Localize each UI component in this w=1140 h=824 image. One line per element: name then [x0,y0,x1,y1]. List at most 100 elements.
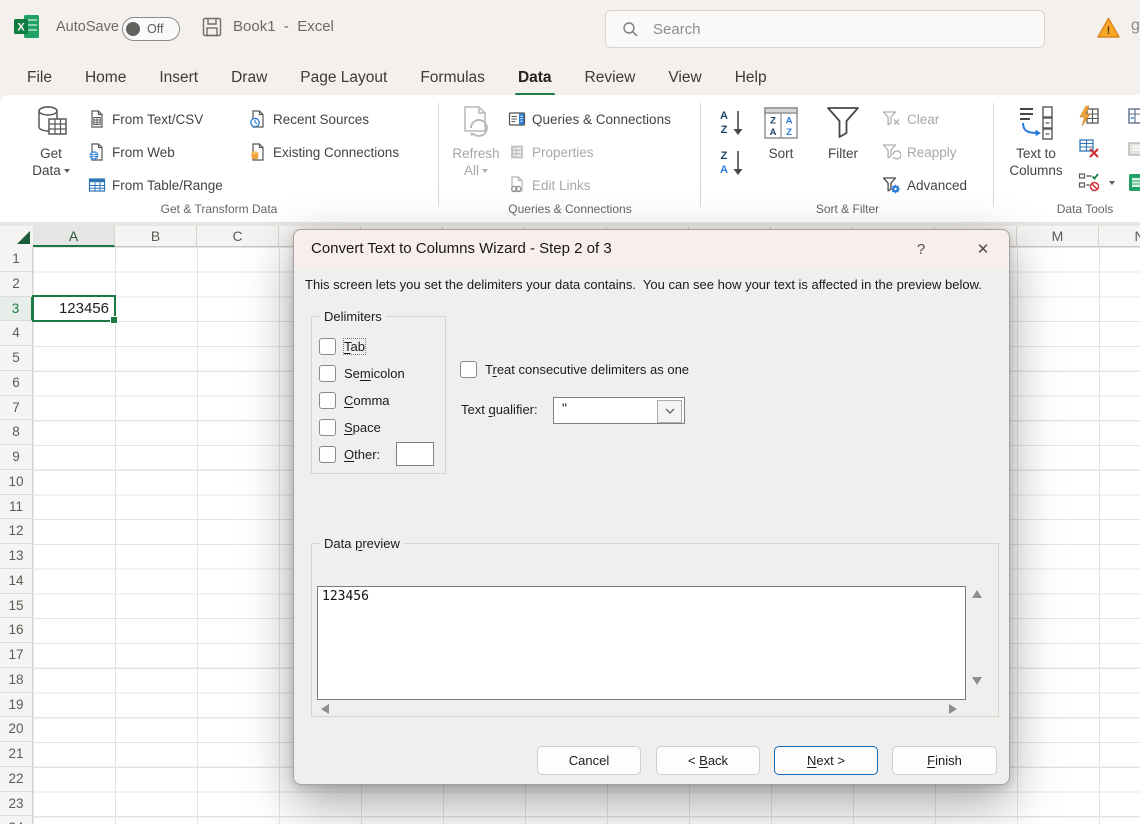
flash-fill-button[interactable] [1078,105,1100,132]
row-header-19[interactable]: 19 [0,693,33,718]
toggle-knob [126,22,140,36]
queries-connections-button[interactable]: Queries & Connections [508,108,671,130]
row-header-5[interactable]: 5 [0,346,33,371]
row-header-18[interactable]: 18 [0,668,33,693]
from-web-button[interactable]: From Web [88,141,175,163]
from-text-csv-button[interactable]: From Text/CSV [88,108,203,130]
row-header-7[interactable]: 7 [0,396,33,421]
tab-view[interactable]: View [668,69,701,87]
fill-handle[interactable] [110,316,118,324]
row-header-11[interactable]: 11 [0,495,33,520]
row-header-24[interactable]: 24 [0,816,33,824]
scroll-up-arrow[interactable] [972,590,982,598]
other-checkbox[interactable] [319,446,336,463]
warning-icon[interactable]: ! [1096,16,1121,40]
dropdown-chevron-button[interactable] [657,400,682,423]
sort-descending-button[interactable]: Z A [716,147,748,177]
row-header-2[interactable]: 2 [0,272,33,297]
cancel-button[interactable]: Cancel [537,746,641,775]
row-header-10[interactable]: 10 [0,470,33,495]
other-delimiter-input[interactable] [396,442,434,466]
tab-checkbox[interactable] [319,338,336,355]
tab-home[interactable]: Home [85,69,126,87]
row-header-15[interactable]: 15 [0,594,33,619]
sort-button[interactable]: Z A A Z Sort [754,101,808,162]
semicolon-checkbox[interactable] [319,365,336,382]
row-header-17[interactable]: 17 [0,643,33,668]
help-button[interactable]: ? [908,237,934,261]
row-header-12[interactable]: 12 [0,519,33,544]
row-header-8[interactable]: 8 [0,420,33,445]
row-header-23[interactable]: 23 [0,792,33,817]
semicolon-checkbox-label[interactable]: Semicolon [344,366,405,381]
row-header-3[interactable]: 3 [0,297,33,322]
autosave-toggle[interactable]: Off [122,17,180,41]
recent-sources-button[interactable]: Recent Sources [249,108,369,130]
sort-ascending-button[interactable]: A Z [716,107,748,137]
edit-links-button[interactable]: Edit Links [508,174,591,196]
row-header-6[interactable]: 6 [0,371,33,396]
comma-checkbox[interactable] [319,392,336,409]
tab-formulas[interactable]: Formulas [420,69,485,87]
select-all-corner[interactable] [0,226,34,248]
existing-connections-button[interactable]: Existing Connections [249,141,399,163]
row-header-1[interactable]: 1 [0,247,33,272]
column-header-N[interactable]: N [1099,226,1140,247]
advanced-filter-button[interactable]: Advanced [882,174,967,196]
column-header-B[interactable]: B [115,226,197,247]
tab-review[interactable]: Review [585,69,636,87]
other-checkbox-label[interactable]: Other: [344,447,380,462]
row-header-14[interactable]: 14 [0,569,33,594]
row-header-16[interactable]: 16 [0,618,33,643]
row-header-20[interactable]: 20 [0,717,33,742]
row-header-21[interactable]: 21 [0,742,33,767]
tab-data[interactable]: Data [518,69,552,87]
row-header-9[interactable]: 9 [0,445,33,470]
selected-cell-A3[interactable]: 123456 [32,295,116,322]
tab-file[interactable]: File [27,69,52,87]
space-checkbox-label[interactable]: Space [344,420,381,435]
chevron-down-icon[interactable] [1109,181,1115,185]
close-icon[interactable]: ✕ [970,237,996,261]
reapply-button[interactable]: Reapply [882,141,957,163]
column-header-M[interactable]: M [1017,226,1099,247]
properties-button[interactable]: Properties [508,141,594,163]
tab-checkbox-label[interactable]: Tab [344,339,365,354]
clear-filter-button[interactable]: Clear [882,108,939,130]
data-validation-button[interactable] [1078,171,1100,198]
tab-help[interactable]: Help [735,69,767,87]
refresh-all-button[interactable]: Refresh All [446,101,506,179]
next-button[interactable]: Next > [774,746,878,775]
tab-insert[interactable]: Insert [159,69,198,87]
row-header-13[interactable]: 13 [0,544,33,569]
text-qualifier-dropdown[interactable]: " [553,397,685,424]
filter-button[interactable]: Filter [814,101,872,162]
search-box[interactable] [605,10,1045,48]
get-data-button[interactable]: Get Data [20,101,82,179]
remove-duplicates-button[interactable] [1078,138,1100,165]
scroll-left-arrow[interactable] [321,704,329,714]
row-header-4[interactable]: 4 [0,321,33,346]
data-preview-box[interactable]: 123456 [317,586,966,700]
finish-button[interactable]: Finish [892,746,997,775]
treat-consecutive-checkbox[interactable] [460,361,477,378]
save-icon[interactable] [202,17,222,37]
scroll-right-arrow[interactable] [949,704,957,714]
column-header-A[interactable]: A [33,226,115,247]
back-button[interactable]: < Back [656,746,760,775]
tab-page-layout[interactable]: Page Layout [300,69,387,87]
treat-consecutive-label[interactable]: Treat consecutive delimiters as one [485,362,689,377]
space-checkbox[interactable] [319,419,336,436]
dialog-title-bar[interactable]: Convert Text to Columns Wizard - Step 2 … [294,230,1009,267]
search-input[interactable] [651,20,1015,39]
comma-checkbox-label[interactable]: Comma [344,393,390,408]
from-table-range-button[interactable]: From Table/Range [88,174,223,196]
tab-draw[interactable]: Draw [231,69,267,87]
scroll-down-arrow[interactable] [972,677,982,685]
column-header-C[interactable]: C [197,226,279,247]
text-to-columns-button[interactable]: Text to Columns [1000,101,1072,179]
data-preview-legend: Data preview [320,536,404,551]
row-header-22[interactable]: 22 [0,767,33,792]
select-all-triangle [17,231,30,244]
account-initial[interactable]: g [1131,17,1140,35]
